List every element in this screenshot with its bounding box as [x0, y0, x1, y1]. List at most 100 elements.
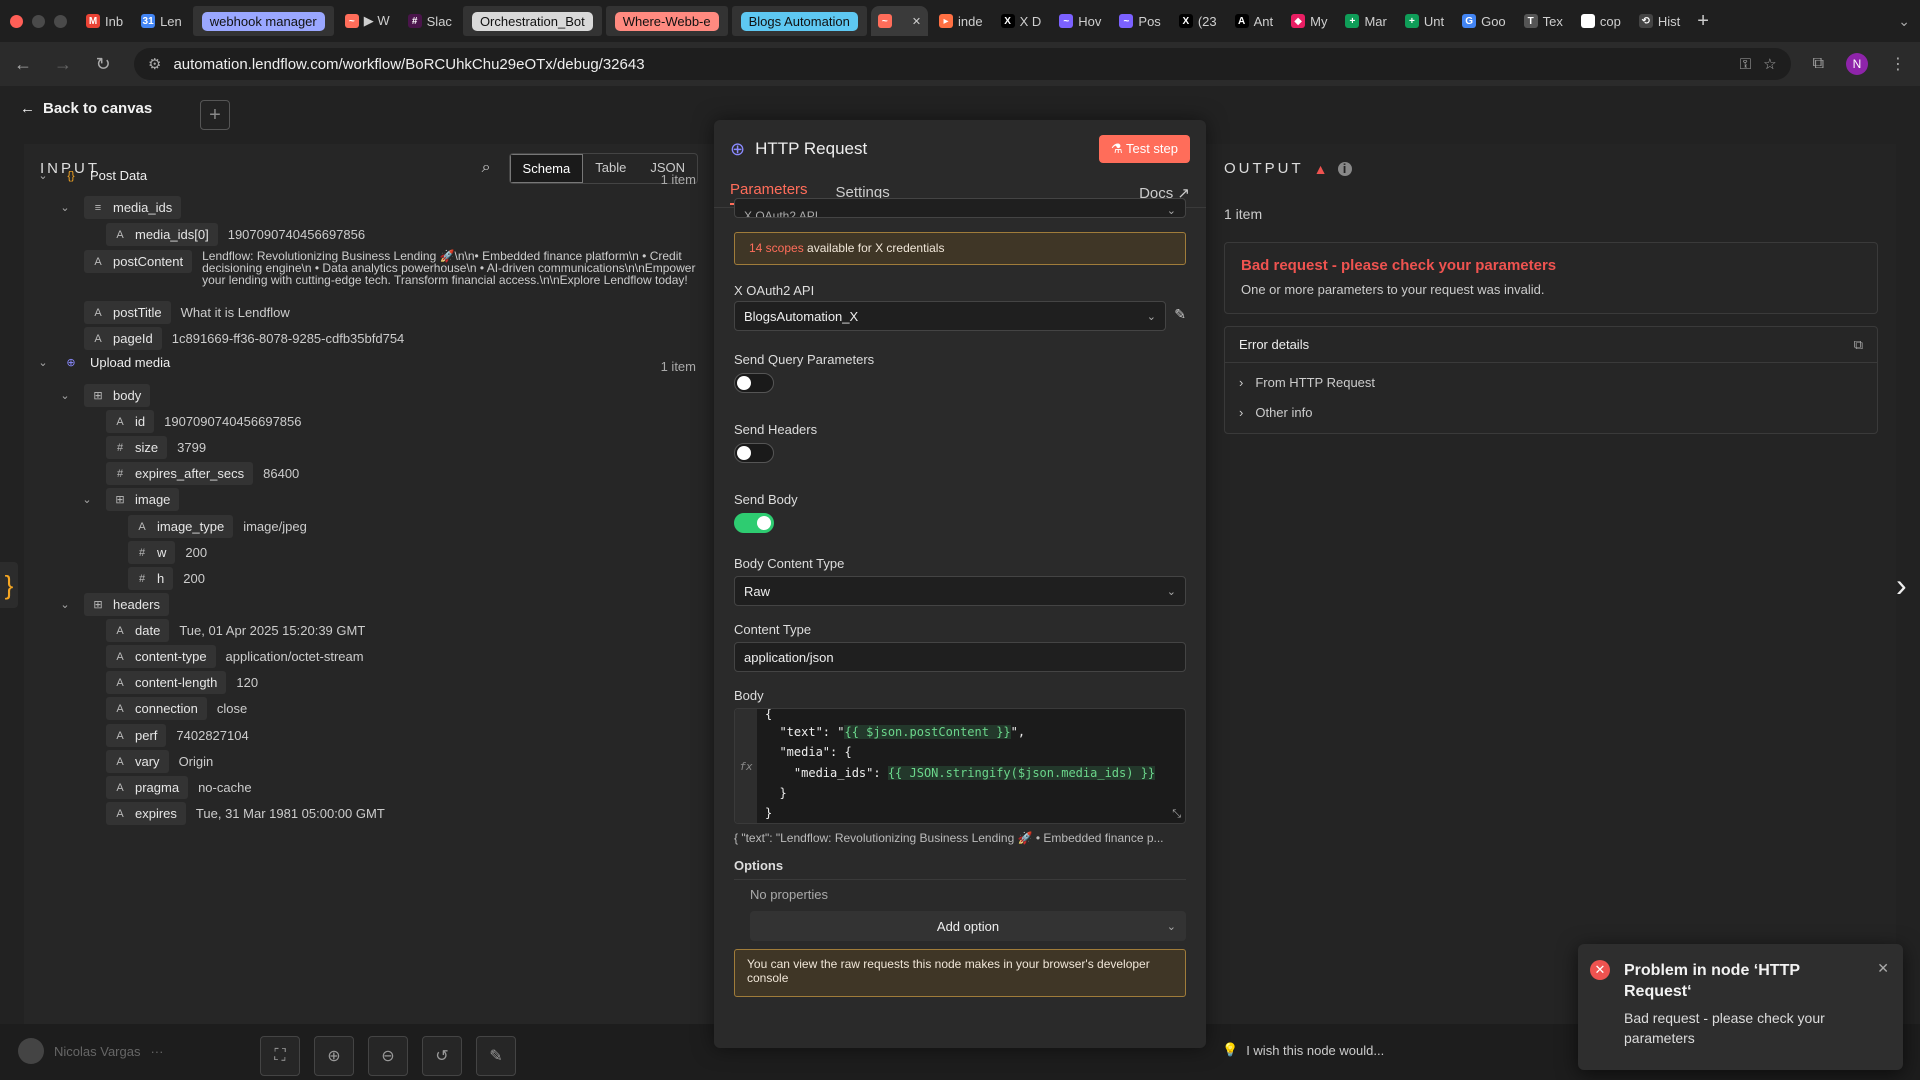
- field-key[interactable]: ⊞ image: [106, 488, 180, 511]
- field-key[interactable]: # h: [128, 567, 174, 590]
- send-body-toggle[interactable]: [734, 513, 774, 533]
- add-node-button[interactable]: +: [200, 100, 230, 130]
- back-to-canvas-link[interactable]: ← Back to canvas: [20, 100, 152, 117]
- browser-tab[interactable]: G Goo: [1455, 6, 1513, 36]
- url-field[interactable]: ⚙ automation.lendflow.com/workflow/BoRCU…: [134, 48, 1791, 80]
- field-key[interactable]: ApageId: [84, 327, 162, 350]
- detail-from-http-request[interactable]: › From HTTP Request: [1225, 367, 1877, 397]
- tidy-up-button[interactable]: ✎: [476, 1036, 516, 1076]
- password-key-icon[interactable]: ⚿: [1740, 56, 1751, 73]
- browser-tab[interactable]: + Mar: [1338, 6, 1393, 36]
- schema-row[interactable]: ⌄ ⊞ headers: [58, 593, 169, 616]
- browser-tab[interactable]: ~ Pos: [1112, 6, 1167, 36]
- field-key[interactable]: Acontent-type: [106, 645, 216, 668]
- detail-other-info[interactable]: › Other info: [1225, 397, 1877, 427]
- credential-select[interactable]: BlogsAutomation_X ⌄: [734, 301, 1166, 331]
- schema-row[interactable]: ⌄ ≡ media_ids: [58, 196, 182, 219]
- extensions-icon[interactable]: ⧉: [1813, 55, 1824, 73]
- zoom-out-button[interactable]: ⊖: [368, 1036, 408, 1076]
- browser-tab[interactable]: A Ant: [1228, 6, 1281, 36]
- schema-row[interactable]: ⌄ ⊞ image: [80, 488, 180, 511]
- field-key[interactable]: Adate: [106, 619, 170, 642]
- add-option-button[interactable]: Add option ⌄: [750, 911, 1186, 941]
- code-node-icon[interactable]: }: [0, 562, 18, 608]
- back-arrow-icon[interactable]: ←: [14, 54, 32, 75]
- more-icon[interactable]: ···: [150, 1044, 163, 1059]
- browser-tab[interactable]: ▸ inde: [932, 6, 990, 36]
- undo-button[interactable]: ↺: [422, 1036, 462, 1076]
- new-tab-button[interactable]: +: [1697, 10, 1709, 33]
- field-key[interactable]: Aexpires: [106, 802, 186, 825]
- field-key[interactable]: # size: [106, 436, 168, 459]
- send-headers-toggle[interactable]: [734, 443, 774, 463]
- browser-tab[interactable]: 31 Len: [134, 6, 189, 36]
- edit-credential-icon[interactable]: ✎: [1174, 306, 1186, 323]
- field-key[interactable]: Apragma: [106, 776, 189, 799]
- schema-row[interactable]: ⌄ {} Post Data: [36, 168, 147, 183]
- close-toast-button[interactable]: ✕: [1877, 960, 1889, 977]
- close-window-button[interactable]: [10, 14, 23, 28]
- field-key[interactable]: Avary: [106, 750, 169, 773]
- field-key[interactable]: # expires_after_secs: [106, 462, 254, 485]
- browser-tab[interactable]: ◆ My: [1284, 6, 1334, 36]
- fit-view-button[interactable]: ⛶: [260, 1036, 300, 1076]
- chevron-down-icon[interactable]: ⌄: [80, 493, 94, 506]
- browser-tab[interactable]: ~ ▶ W: [338, 6, 397, 36]
- browser-tab[interactable]: Blogs Automation: [731, 6, 867, 36]
- reload-icon[interactable]: ↻: [94, 54, 112, 75]
- field-key[interactable]: ⊞ headers: [84, 593, 169, 616]
- chevron-down-icon[interactable]: ⌄: [36, 169, 50, 182]
- field-key[interactable]: ⊕ Upload media: [62, 355, 170, 370]
- browser-tab[interactable]: webhook manager: [192, 6, 334, 36]
- field-key[interactable]: Aconnection: [106, 697, 207, 720]
- info-icon[interactable]: i: [1337, 161, 1352, 176]
- close-tab-icon[interactable]: ✕: [912, 15, 921, 28]
- browser-tab[interactable]: ~ ✕: [870, 6, 929, 36]
- forward-arrow-icon[interactable]: →: [54, 54, 72, 75]
- field-key[interactable]: Aid: [106, 410, 155, 433]
- cut-off-select[interactable]: X OAuth2 API ⌄: [734, 198, 1186, 218]
- field-key[interactable]: ApostTitle: [84, 301, 171, 324]
- browser-tab[interactable]: ~ Hov: [1052, 6, 1108, 36]
- field-key[interactable]: {} Post Data: [62, 168, 147, 183]
- test-step-button[interactable]: ⚗ Test step: [1098, 135, 1190, 163]
- chevron-down-icon[interactable]: ⌄: [58, 201, 72, 214]
- scopes-link[interactable]: 14 scopes: [749, 241, 804, 255]
- field-key[interactable]: ≡ media_ids: [84, 196, 182, 219]
- field-key[interactable]: ⊞ body: [84, 384, 151, 407]
- user-menu[interactable]: Nicolas Vargas ···: [18, 1038, 163, 1064]
- zoom-in-button[interactable]: ⊕: [314, 1036, 354, 1076]
- browser-tab[interactable]: Gcop: [1574, 6, 1628, 36]
- chevron-down-icon[interactable]: ⌄: [58, 389, 72, 402]
- browser-tab[interactable]: # Slac: [401, 6, 459, 36]
- field-key[interactable]: # w: [128, 541, 176, 564]
- browser-tab[interactable]: M Inb: [79, 6, 130, 36]
- next-node-chevron-icon[interactable]: ›: [1896, 562, 1920, 608]
- minimize-window-button[interactable]: [32, 14, 45, 28]
- copy-icon[interactable]: ⧉: [1854, 337, 1863, 353]
- tab-search-icon[interactable]: ⌄: [1898, 13, 1910, 30]
- browser-tab[interactable]: ⟲ Hist: [1632, 6, 1687, 36]
- field-key[interactable]: Amedia_ids[0]: [106, 223, 218, 246]
- field-key[interactable]: ApostContent: [84, 250, 193, 273]
- chevron-down-icon[interactable]: ⌄: [36, 356, 50, 369]
- field-key[interactable]: Aimage_type: [128, 515, 234, 538]
- browser-tab[interactable]: Where-Webb-e: [605, 6, 728, 36]
- content-type-input[interactable]: application/json: [734, 642, 1186, 672]
- schema-row[interactable]: ⌄ ⊕ Upload media: [36, 355, 170, 370]
- profile-avatar[interactable]: N: [1846, 53, 1868, 75]
- send-query-toggle[interactable]: [734, 373, 774, 393]
- body-content-type-select[interactable]: Raw ⌄: [734, 576, 1186, 606]
- site-info-icon[interactable]: ⚙: [148, 55, 161, 73]
- field-key[interactable]: Acontent-length: [106, 671, 227, 694]
- browser-tab[interactable]: Orchestration_Bot: [462, 6, 602, 36]
- feedback-link[interactable]: 💡 I wish this node would...: [1222, 1042, 1384, 1058]
- browser-tab[interactable]: T Tex: [1517, 6, 1570, 36]
- body-code-editor[interactable]: fx { "text": "{{ $json.postContent }}", …: [734, 708, 1186, 824]
- browser-tab[interactable]: X (23: [1172, 6, 1224, 36]
- node-title[interactable]: HTTP Request: [755, 139, 867, 159]
- maximize-window-button[interactable]: [54, 14, 67, 28]
- chevron-down-icon[interactable]: ⌄: [58, 598, 72, 611]
- browser-tab[interactable]: XX D: [994, 6, 1049, 36]
- field-key[interactable]: Aperf: [106, 724, 167, 747]
